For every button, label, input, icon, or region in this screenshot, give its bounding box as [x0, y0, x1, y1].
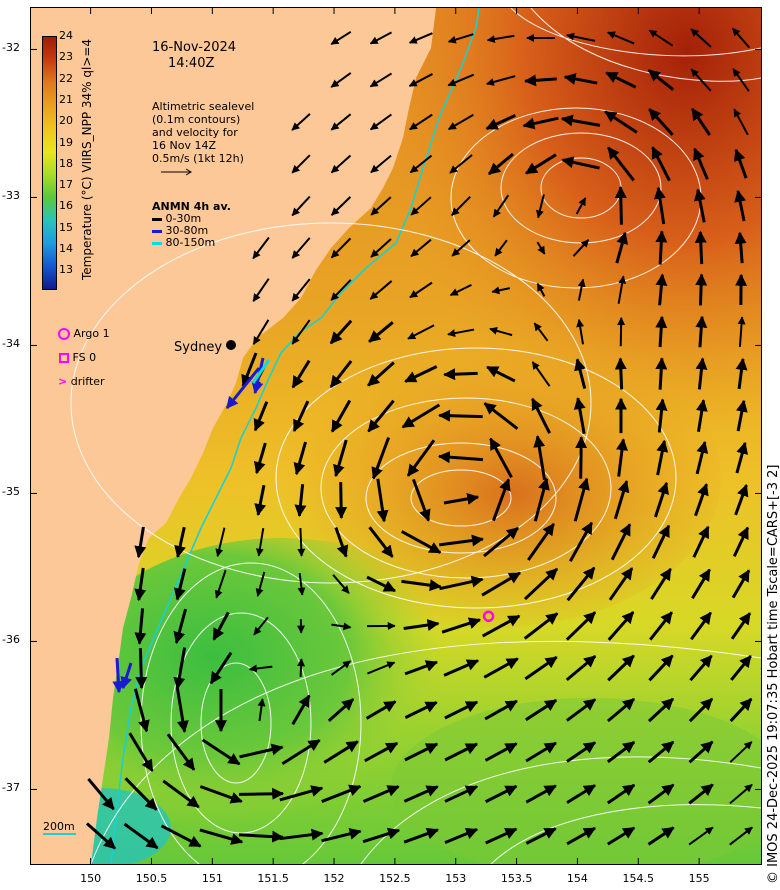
colorbar-tick: 13	[59, 263, 73, 277]
x-tick-label: 154.5	[622, 872, 655, 885]
velocity-arrow	[695, 273, 708, 306]
velocity-arrow	[297, 658, 306, 678]
velocity-arrow	[655, 357, 668, 390]
velocity-arrow	[655, 230, 668, 265]
colorbar-tick: 23	[59, 50, 73, 64]
credit-text: © IMOS 24-Dec-2025 19:07:35 Hobart time …	[766, 464, 780, 884]
x-tick-label: 153.5	[500, 872, 533, 885]
x-tick-label: 151	[201, 872, 223, 885]
velocity-arrow	[297, 527, 306, 557]
anmn-legend: ANMN 4h av. 0-30m 30-80m 80-150m	[152, 200, 231, 249]
velocity-arrow	[655, 315, 668, 348]
colorbar-tick: 17	[59, 178, 73, 192]
legend-argo: Argo 1	[58, 322, 110, 346]
velocity-arrow	[438, 409, 483, 422]
x-tick-label: 152.5	[379, 872, 411, 885]
scale-label: 200m	[43, 820, 75, 833]
colorbar-tick: 20	[59, 114, 73, 128]
velocity-arrow	[135, 648, 148, 690]
sst-map: Sydney 200m	[30, 7, 762, 865]
x-tick-label: 154	[566, 872, 588, 885]
colorbar-tick: 16	[59, 199, 73, 213]
colorbar-ticks: 24 23 22 21 20 19 18 17 16 15 14 13	[59, 29, 79, 288]
y-tick-label: -34	[2, 337, 20, 351]
velocity-arrow	[614, 186, 627, 225]
colorbar-tick: 14	[59, 242, 73, 255]
x-tick-label: 153	[445, 872, 467, 885]
sydney-marker	[226, 340, 236, 350]
velocity-arrow	[575, 436, 588, 479]
velocity-arrow	[238, 787, 285, 800]
legend-fs: FS 0	[58, 346, 110, 370]
velocity-arrow	[443, 368, 478, 381]
colorbar-tick: 21	[59, 92, 73, 106]
velocity-arrow	[614, 357, 627, 390]
altimetry-note: Altimetric sealevel (0.1m contours) and …	[152, 100, 254, 180]
y-tick-label: -35	[2, 485, 20, 499]
y-tick-label: -33	[2, 189, 20, 203]
colorbar-label: Temperature (°C) VIIRS_NPP 34% ql>=4	[80, 38, 94, 280]
x-tick-label: 150.5	[135, 872, 168, 885]
colorbar	[42, 36, 57, 290]
colorbar-tick: 24	[59, 29, 73, 42]
time-label: 14:40Z	[168, 56, 215, 71]
y-tick-label: -36	[2, 633, 20, 647]
sydney-label: Sydney	[174, 340, 222, 355]
platform-legend: Argo 1 FS 0 > drifter	[58, 322, 110, 394]
y-tick-label: -37	[2, 781, 20, 795]
colorbar-tick: 15	[59, 220, 73, 234]
map-canvas: Sydney 200m	[31, 8, 761, 864]
velocity-arrow	[617, 317, 626, 347]
date-label: 16-Nov-2024	[152, 40, 237, 55]
x-tick-label: 151.5	[257, 872, 289, 885]
y-tick-label: -32	[2, 41, 20, 55]
colorbar-tick: 18	[59, 156, 73, 170]
x-tick-label: 150	[80, 872, 102, 885]
x-tick-label: 152	[323, 872, 345, 885]
anmn-item-80-150m: 80-150m	[152, 237, 231, 249]
legend-drifter: > drifter	[58, 375, 105, 388]
velocity-arrow	[694, 230, 707, 265]
colorbar-tick: 22	[59, 71, 73, 85]
velocity-arrow	[335, 482, 348, 520]
x-tick-label: 155	[688, 872, 710, 885]
colorbar-tick: 19	[59, 135, 73, 149]
